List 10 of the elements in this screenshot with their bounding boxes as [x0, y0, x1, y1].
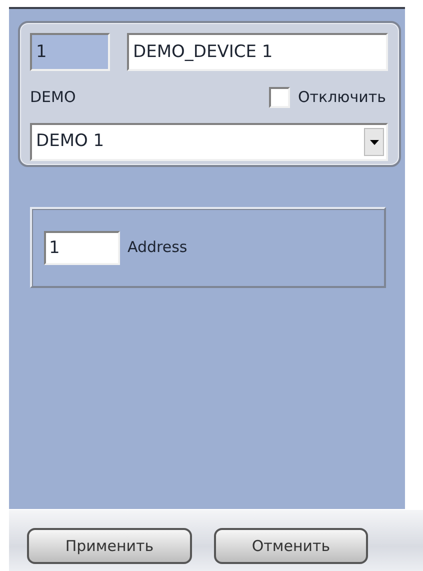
address-label: Address — [128, 237, 188, 258]
apply-button[interactable]: Применить — [27, 528, 192, 564]
number-field[interactable]: 1 — [30, 33, 110, 71]
name-field[interactable]: DEMO_DEVICE 1 — [127, 33, 388, 71]
cancel-button[interactable]: Отменить — [214, 528, 368, 564]
address-field[interactable]: 1 — [44, 230, 120, 264]
type-label: DEMO — [30, 86, 76, 108]
disable-checkbox[interactable] — [269, 86, 290, 108]
model-dropdown[interactable]: DEMO 1 — [30, 123, 388, 161]
disable-label: Отключить — [298, 86, 386, 108]
